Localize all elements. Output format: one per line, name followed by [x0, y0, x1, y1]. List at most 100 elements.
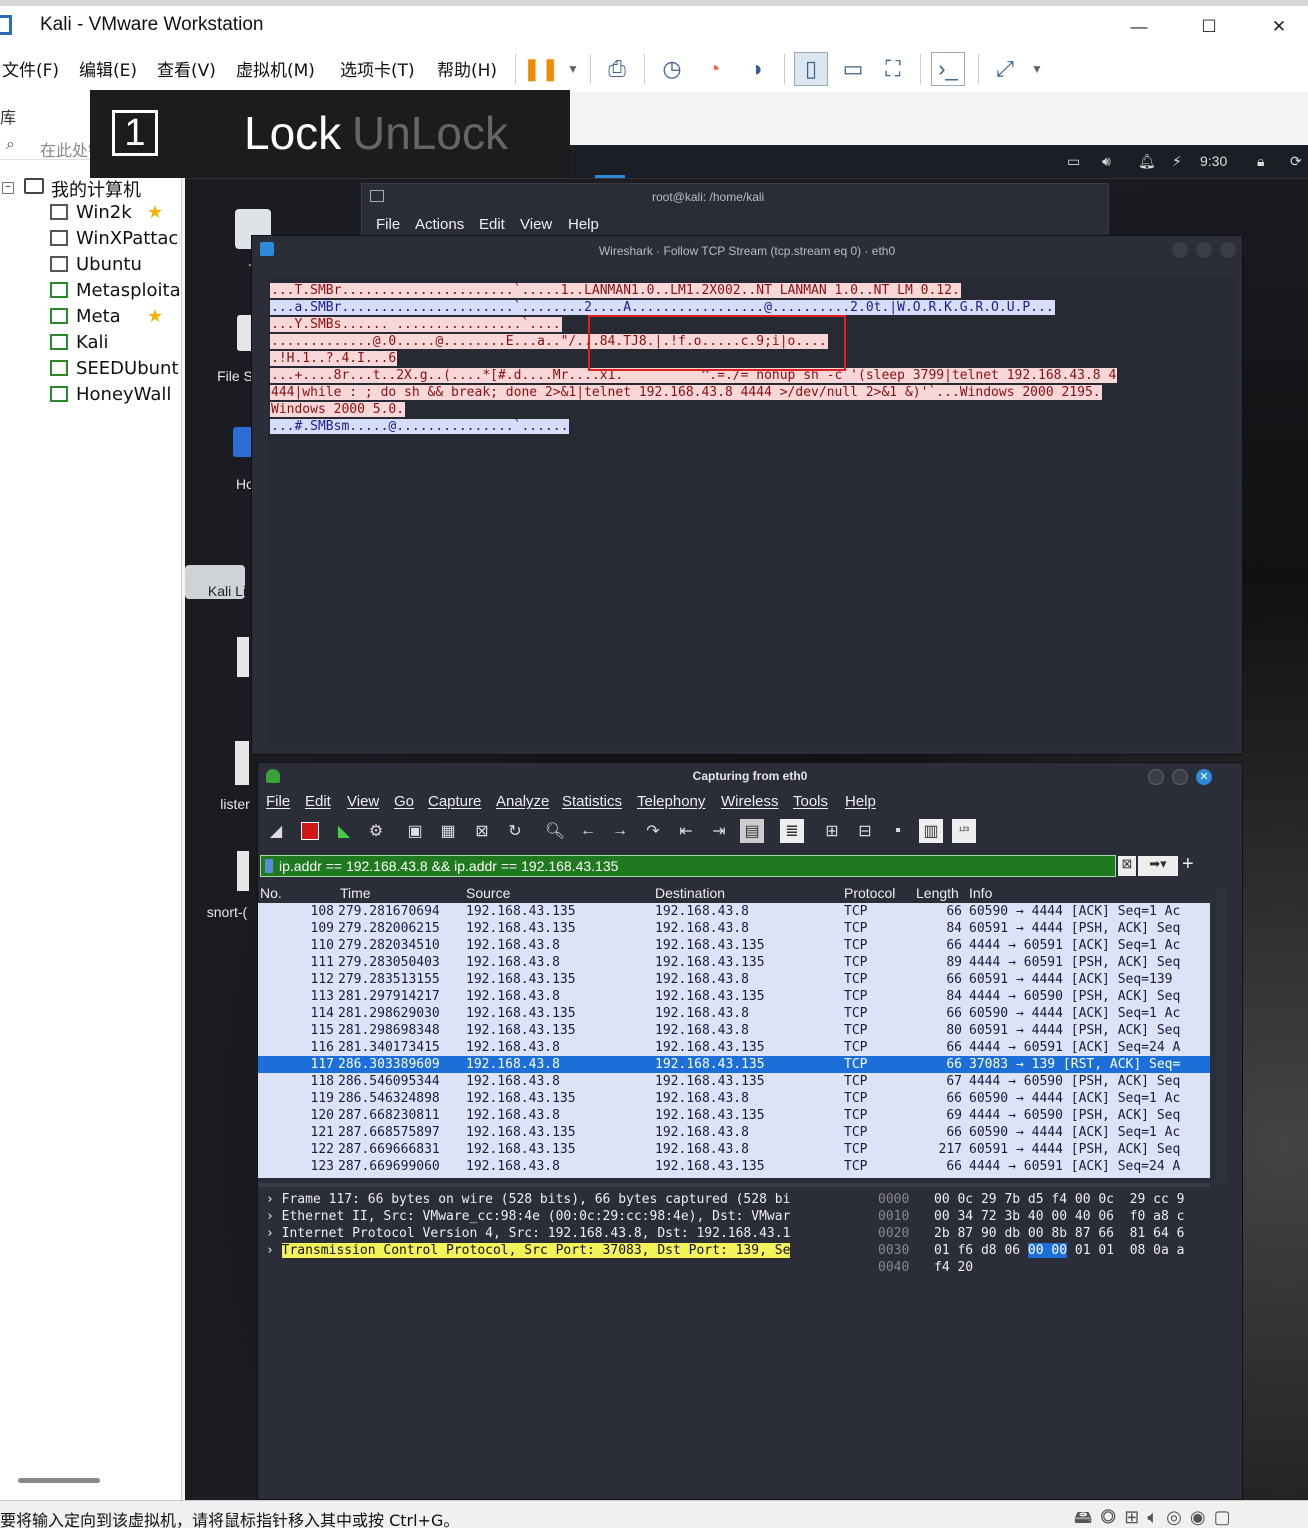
- detail-frame[interactable]: › Frame 117: 66 bytes on wire (528 bits)…: [258, 1191, 866, 1208]
- hex-row[interactable]: 0030 01 f6 d8 06 00 00 01 01 08 0a a: [870, 1242, 1210, 1259]
- display-icon[interactable]: ▭: [1067, 153, 1080, 170]
- normal-size-icon[interactable]: ▪: [886, 819, 910, 843]
- table-row[interactable]: 119 286.546324898 192.168.43.135 192.168.43…: [258, 1090, 1210, 1107]
- ws-menu-capture[interactable]: Capture: [428, 793, 481, 810]
- table-row[interactable]: 110 279.282034510 192.168.43.8 192.168.43.1…: [258, 937, 1210, 954]
- pause-dropdown-icon[interactable]: ▼: [556, 52, 590, 86]
- desktop-icon-listener-label[interactable]: lister: [205, 796, 265, 812]
- table-row[interactable]: 116 281.340173415 192.168.43.8 192.168.43.1…: [258, 1039, 1210, 1056]
- desktop-icon-kali-label[interactable]: Kali Li: [197, 583, 257, 599]
- tree-item-honeywall[interactable]: HoneyWall: [50, 384, 180, 410]
- terminal-menu-file[interactable]: File: [376, 216, 400, 233]
- ws-menu-file[interactable]: File: [266, 793, 290, 810]
- table-row[interactable]: 112 279.283513155 192.168.43.135 192.168.43…: [258, 971, 1210, 988]
- go-forward-icon[interactable]: →: [608, 819, 632, 843]
- window-maximize-button[interactable]: [1196, 242, 1212, 258]
- col-info[interactable]: Info: [969, 885, 992, 901]
- maximize-button[interactable]: ☐: [1186, 12, 1232, 42]
- table-row[interactable]: 118 286.546095344 192.168.43.8 192.168.43.1…: [258, 1073, 1210, 1090]
- hex-row[interactable]: 0010 00 34 72 3b 40 00 40 06 f0 a8 c: [870, 1208, 1210, 1225]
- notification-bell-icon[interactable]: 🔔︎: [1138, 153, 1156, 170]
- col-source[interactable]: Source: [466, 885, 510, 901]
- revert-snapshot-icon[interactable]: ◔: [697, 52, 731, 86]
- window-close-button[interactable]: [1220, 242, 1236, 258]
- panel-clock[interactable]: 9:30: [1200, 153, 1227, 169]
- menu-edit[interactable]: 编辑(E): [79, 56, 137, 81]
- show-library-icon[interactable]: ▯: [794, 52, 828, 86]
- ws-menu-statistics[interactable]: Statistics: [562, 793, 622, 810]
- tree-item-winxpattack[interactable]: WinXPattack: [50, 228, 180, 254]
- display-filter-bar[interactable]: [260, 855, 1116, 877]
- ws-menu-telephony[interactable]: Telephony: [637, 793, 705, 810]
- last-packet-icon[interactable]: ⇥: [707, 819, 731, 843]
- tree-item-ubuntu[interactable]: Ubuntu: [50, 254, 180, 280]
- detail-ip[interactable]: › Internet Protocol Version 4, Src: 192.…: [258, 1225, 866, 1242]
- terminal-menu-help[interactable]: Help: [568, 216, 599, 233]
- table-row[interactable]: 114 281.298629030 192.168.43.135 192.168.43…: [258, 1005, 1210, 1022]
- tree-item-seedubuntu[interactable]: SEEDUbuntu: [50, 358, 180, 384]
- ws-menu-analyze[interactable]: Analyze: [496, 793, 549, 810]
- window-maximize-button[interactable]: [1172, 769, 1188, 785]
- console-view-icon[interactable]: ›_: [931, 52, 965, 86]
- save-file-icon[interactable]: ▦: [436, 819, 460, 843]
- table-row[interactable]: 122 287.669666831 192.168.43.135 192.168.43…: [258, 1141, 1210, 1158]
- stretch-dropdown-icon[interactable]: ▼: [1020, 52, 1054, 86]
- ws-menu-help[interactable]: Help: [845, 793, 876, 810]
- fullscreen-icon[interactable]: ⛶: [876, 52, 910, 86]
- lock-overlay[interactable]: 1 Lock UnLock: [90, 90, 570, 178]
- menu-tabs[interactable]: 选项卡(T): [340, 56, 415, 81]
- home-folder-icon[interactable]: [233, 427, 253, 457]
- document-icon[interactable]: [237, 637, 249, 677]
- pane-splitter[interactable]: [258, 1183, 1210, 1187]
- reload-file-icon[interactable]: ↻: [503, 819, 527, 843]
- packet-list[interactable]: 108 279.281670694 192.168.43.135 192.168.43…: [258, 903, 1210, 1178]
- add-filter-button-icon[interactable]: +: [1182, 853, 1194, 876]
- send-ctrl-alt-del-icon[interactable]: ⎙: [600, 52, 634, 86]
- library-scrollbar[interactable]: [18, 1478, 100, 1483]
- window-minimize-button[interactable]: [1172, 242, 1188, 258]
- table-row[interactable]: 123 287.669699060 192.168.43.8 192.168.43.1…: [258, 1158, 1210, 1175]
- table-row[interactable]: 120 287.668230811 192.168.43.8 192.168.43.1…: [258, 1107, 1210, 1124]
- restart-capture-icon[interactable]: ◣: [332, 819, 356, 843]
- table-row[interactable]: 108 279.281670694 192.168.43.135 192.168.43…: [258, 903, 1210, 920]
- packet-details[interactable]: › Frame 117: 66 bytes on wire (528 bits)…: [258, 1191, 866, 1499]
- lock-label[interactable]: Lock: [244, 106, 341, 160]
- terminal-menu-actions[interactable]: Actions: [415, 216, 464, 233]
- col-no[interactable]: No.: [260, 885, 282, 901]
- kali-desktop[interactable]: 1 2 3 4 ▭ 🔊︎ 🔔︎ ⚡︎ 9:30 🔒︎ ⟳ Tr File S H…: [185, 145, 1308, 1500]
- menu-vm[interactable]: 虚拟机(M): [236, 56, 315, 81]
- col-destination[interactable]: Destination: [655, 885, 725, 901]
- col-time[interactable]: Time: [340, 885, 371, 901]
- ws-menu-edit[interactable]: Edit: [305, 793, 331, 810]
- close-button[interactable]: ✕: [1256, 12, 1302, 42]
- lock-icon[interactable]: 🔒︎: [1257, 153, 1264, 170]
- detail-tcp[interactable]: › Transmission Control Protocol, Src Por…: [258, 1242, 866, 1259]
- col-protocol[interactable]: Protocol: [844, 885, 895, 901]
- zoom-out-icon[interactable]: ⊟: [853, 819, 877, 843]
- hex-row[interactable]: 0020 2b 87 90 db 00 8b 87 66 81 64 6: [870, 1225, 1210, 1242]
- detail-ethernet[interactable]: › Ethernet II, Src: VMware_cc:98:4e (00:…: [258, 1208, 866, 1225]
- table-row[interactable]: 109 279.282006215 192.168.43.135 192.168.43…: [258, 920, 1210, 937]
- unlock-label[interactable]: UnLock: [352, 106, 508, 160]
- ws-menu-view[interactable]: View: [347, 793, 379, 810]
- apply-filter-icon[interactable]: ➡▾: [1138, 856, 1178, 876]
- table-row[interactable]: 111 279.283050403 192.168.43.8 192.168.43.1…: [258, 954, 1210, 971]
- tree-item-metasploitable[interactable]: Metasploitable: [50, 280, 180, 306]
- stop-capture-icon[interactable]: [301, 822, 319, 840]
- wireshark-main-window[interactable]: Capturing from eth0 ✕ File Edit View Go …: [257, 762, 1243, 1500]
- menu-view[interactable]: 查看(V): [157, 56, 216, 81]
- hex-row[interactable]: 0040 f4 20: [870, 1259, 1210, 1276]
- window-minimize-button[interactable]: [1148, 769, 1164, 785]
- snort-file-icon[interactable]: [237, 851, 249, 891]
- logout-icon[interactable]: ⟳: [1290, 153, 1302, 170]
- table-row[interactable]: 121 287.668575897 192.168.43.135 192.168.43…: [258, 1124, 1210, 1141]
- autoscroll-icon[interactable]: ▤: [740, 819, 764, 843]
- bookmark-icon[interactable]: [265, 859, 273, 873]
- layout-panes-icon[interactable]: ¹²³: [952, 819, 976, 843]
- pause-icon[interactable]: ❚❚: [523, 52, 560, 86]
- table-row[interactable]: 117 286.303389609 192.168.43.8 192.168.43.1…: [258, 1056, 1210, 1073]
- go-to-packet-icon[interactable]: ↷: [641, 819, 665, 843]
- terminal-menu-view[interactable]: View: [520, 216, 552, 233]
- col-length[interactable]: Length: [916, 885, 959, 901]
- follow-tcp-stream-window[interactable]: Wireshark · Follow TCP Stream (tcp.strea…: [251, 235, 1243, 755]
